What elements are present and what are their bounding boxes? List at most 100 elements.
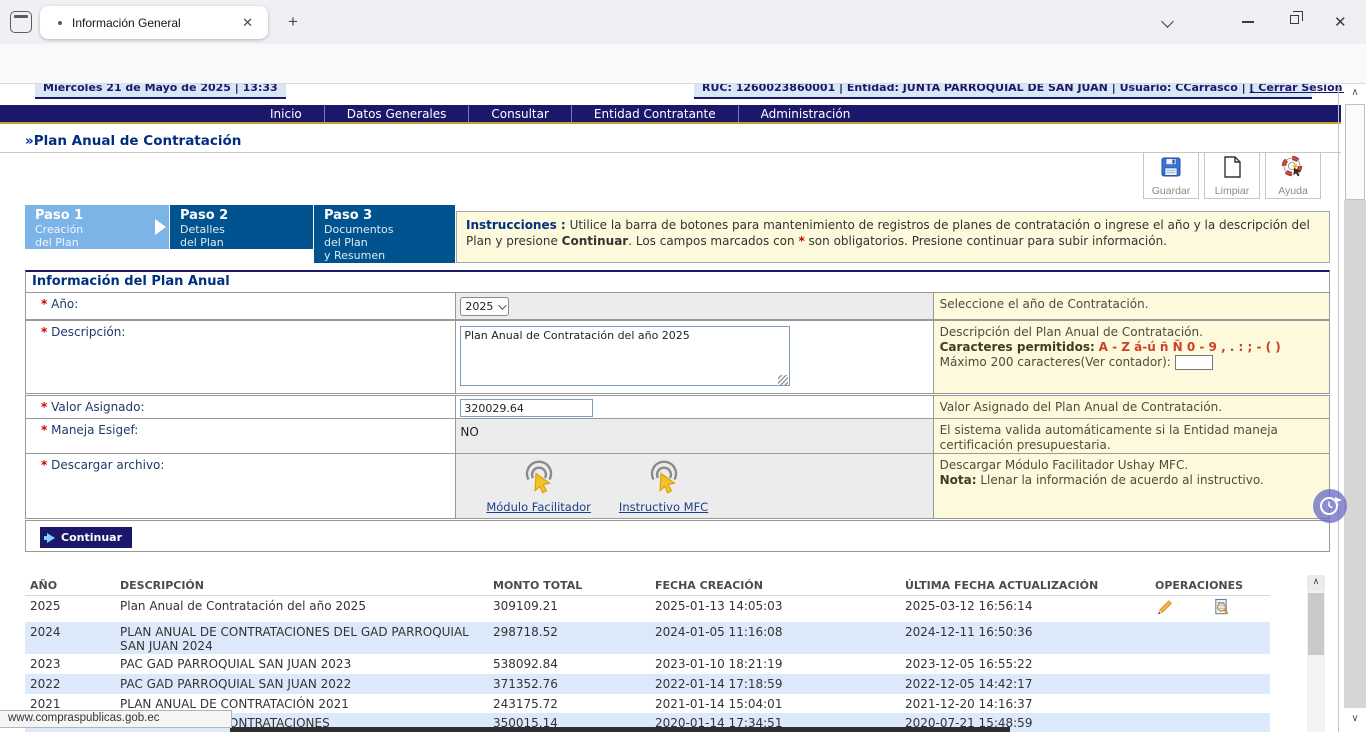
table-scrollbar[interactable]: ∧ bbox=[1307, 575, 1325, 732]
view-document-icon[interactable] bbox=[1212, 598, 1231, 620]
header-descripcion: DESCRIPCIÓN bbox=[115, 575, 488, 595]
chevron-down-icon bbox=[499, 301, 507, 309]
modulo-facilitador-label: Módulo Facilitador bbox=[486, 500, 591, 514]
continue-container: Continuar bbox=[25, 520, 1330, 552]
description-label: * Descripción: bbox=[26, 321, 455, 393]
page-content: Miércoles 21 de Mayo de 2025 | 13:33 RUC… bbox=[0, 84, 1366, 732]
menu-item-datos-generales[interactable]: Datos Generales bbox=[324, 105, 469, 122]
year-hint: Seleccione el año de Contratación. bbox=[933, 293, 1329, 319]
step-1-title: Paso 1 bbox=[35, 208, 169, 223]
scrollbar-thumb[interactable] bbox=[1308, 593, 1324, 655]
description-hint-1: Descripción del Plan Anual de Contrataci… bbox=[940, 325, 1323, 340]
record-toolbar: Guardar Limpiar Ayuda bbox=[1143, 152, 1321, 199]
form-section-year: Información del Plan Anual * Año: 2025 S… bbox=[25, 270, 1330, 320]
clear-button[interactable]: Limpiar bbox=[1204, 152, 1260, 199]
save-label: Guardar bbox=[1152, 185, 1191, 197]
scroll-up-icon[interactable]: ∧ bbox=[1307, 575, 1325, 591]
description-hint: Descripción del Plan Anual de Contrataci… bbox=[933, 321, 1329, 393]
window-minimize-button[interactable] bbox=[1242, 21, 1254, 23]
esigef-label: * Maneja Esigef: bbox=[26, 419, 455, 453]
usuario-value: CCarrasco bbox=[1175, 84, 1237, 94]
valor-value-cell bbox=[455, 396, 932, 418]
modulo-facilitador-link[interactable]: Módulo Facilitador bbox=[486, 460, 591, 514]
instructions-label: Instrucciones : bbox=[466, 218, 566, 232]
plans-table: AÑO DESCRIPCIÓN MONTO TOTAL FECHA CREACI… bbox=[25, 575, 1270, 732]
step-1-active: Paso 1 Creación del Plan bbox=[25, 205, 169, 249]
save-button[interactable]: Guardar bbox=[1143, 152, 1199, 199]
scrollbar-thumb[interactable] bbox=[1345, 104, 1365, 200]
year-value-cell: 2025 bbox=[455, 293, 932, 319]
clear-label: Limpiar bbox=[1215, 185, 1249, 197]
resize-grip-icon[interactable] bbox=[778, 375, 788, 385]
window-restore-button[interactable] bbox=[1290, 15, 1299, 24]
clock-extension-widget[interactable] bbox=[1313, 489, 1347, 523]
step-3-line2: del Plan bbox=[324, 236, 455, 249]
browser-toolbar: ← → ✕ https://www.compraspublicas.gob.ec… bbox=[0, 44, 1366, 84]
clear-page-icon bbox=[1220, 155, 1244, 183]
header-ultima-actualizacion: ÚLTIMA FECHA ACTUALIZACIÓN bbox=[900, 575, 1150, 595]
window-close-button[interactable]: ✕ bbox=[1334, 13, 1347, 31]
step-arrow-icon bbox=[155, 219, 166, 235]
char-counter-input[interactable] bbox=[1175, 355, 1213, 370]
edit-pencil-icon[interactable] bbox=[1155, 598, 1174, 620]
logout-link[interactable]: [ Cerrar Sesión ] bbox=[1249, 84, 1351, 94]
descargar-label: * Descargar archivo: bbox=[26, 454, 455, 518]
header-anio: AÑO bbox=[25, 575, 115, 595]
description-textarea[interactable]: Plan Anual de Contratación del año 2025 bbox=[460, 326, 790, 386]
instructions-bold: Continuar bbox=[562, 234, 629, 248]
menu-item-consultar[interactable]: Consultar bbox=[468, 105, 571, 122]
click-download-icon bbox=[646, 460, 682, 499]
step-1-line1: Creación bbox=[35, 223, 169, 236]
title-divider bbox=[0, 152, 1341, 153]
tab-close-icon[interactable]: ✕ bbox=[237, 13, 258, 33]
ruc-label: RUC: bbox=[702, 84, 732, 94]
browser-tab[interactable]: Información General ✕ bbox=[40, 6, 268, 39]
firefox-view-icon[interactable] bbox=[10, 11, 32, 33]
instructions-box: Instrucciones : Utilice la barra de boto… bbox=[456, 211, 1330, 263]
tab-strip: Información General ✕ + ✕ bbox=[0, 0, 1366, 44]
page-scrollbar[interactable]: ∧ ∨ bbox=[1344, 84, 1366, 732]
table-row[interactable]: 2022 PAC GAD PARROQUIAL SAN JUAN 2022 37… bbox=[25, 674, 1270, 694]
descargar-hint-2: Nota: Llenar la información de acuerdo a… bbox=[940, 473, 1323, 488]
session-bar: RUC: 1260023860001 | Entidad: JUNTA PARR… bbox=[694, 84, 1312, 99]
entidad-label: Entidad: bbox=[847, 84, 899, 94]
header-monto: MONTO TOTAL bbox=[488, 575, 650, 595]
arrow-right-icon bbox=[47, 533, 55, 543]
menu-item-entidad-contratante[interactable]: Entidad Contratante bbox=[571, 105, 738, 122]
bottom-dark-strip bbox=[230, 727, 1010, 732]
step-3-line1: Documentos bbox=[324, 223, 455, 236]
save-floppy-icon bbox=[1159, 155, 1183, 183]
step-3-line3: y Resumen bbox=[324, 249, 455, 262]
continue-button[interactable]: Continuar bbox=[40, 527, 132, 548]
menu-item-administracion[interactable]: Administración bbox=[738, 105, 873, 122]
table-row[interactable]: 2023 PAC GAD PARROQUIAL SAN JUAN 2023 53… bbox=[25, 654, 1270, 674]
instructivo-mfc-link[interactable]: Instructivo MFC bbox=[619, 460, 708, 514]
description-hint-3: Máximo 200 caracteres(Ver contador): bbox=[940, 355, 1323, 370]
form-section-description: * Descripción: Plan Anual de Contratació… bbox=[25, 320, 1330, 394]
scrollbar-track[interactable] bbox=[1344, 200, 1366, 708]
page-title: »Plan Anual de Contratación bbox=[25, 133, 241, 149]
status-link-tooltip: www.compraspublicas.gob.ec bbox=[0, 710, 232, 728]
datetime-bar: Miércoles 21 de Mayo de 2025 | 13:33 bbox=[35, 84, 286, 99]
click-download-icon bbox=[521, 460, 557, 499]
year-select[interactable]: 2025 bbox=[460, 297, 509, 316]
usuario-label: Usuario: bbox=[1120, 84, 1172, 94]
frame-border bbox=[1338, 84, 1339, 732]
tab-list-chevron-icon[interactable] bbox=[1152, 14, 1182, 29]
table-row[interactable]: 2024 PLAN ANUAL DE CONTRATACIONES DEL GA… bbox=[25, 622, 1270, 654]
descargar-hint-1: Descargar Módulo Facilitador Ushay MFC. bbox=[940, 458, 1323, 473]
step-2: Paso 2 Detalles del Plan bbox=[170, 205, 313, 249]
menu-item-inicio[interactable]: Inicio bbox=[248, 105, 324, 122]
tab-title: Información General bbox=[72, 16, 237, 30]
valor-input[interactable] bbox=[460, 399, 593, 417]
step-2-title: Paso 2 bbox=[180, 208, 313, 223]
help-label: Ayuda bbox=[1278, 185, 1308, 197]
scroll-down-icon[interactable]: ∨ bbox=[1344, 708, 1366, 732]
descargar-value-cell: Módulo Facilitador Instructivo MFC bbox=[455, 454, 932, 518]
table-row[interactable]: 2025 Plan Anual de Contratación del año … bbox=[25, 596, 1270, 622]
new-tab-button[interactable]: + bbox=[280, 10, 306, 34]
form-section-title: Información del Plan Anual bbox=[26, 272, 1329, 293]
scroll-up-icon[interactable]: ∧ bbox=[1344, 84, 1366, 104]
help-button[interactable]: Ayuda bbox=[1265, 152, 1321, 199]
instructions-text-3: son obligatorios. Presione continuar par… bbox=[805, 234, 1167, 248]
